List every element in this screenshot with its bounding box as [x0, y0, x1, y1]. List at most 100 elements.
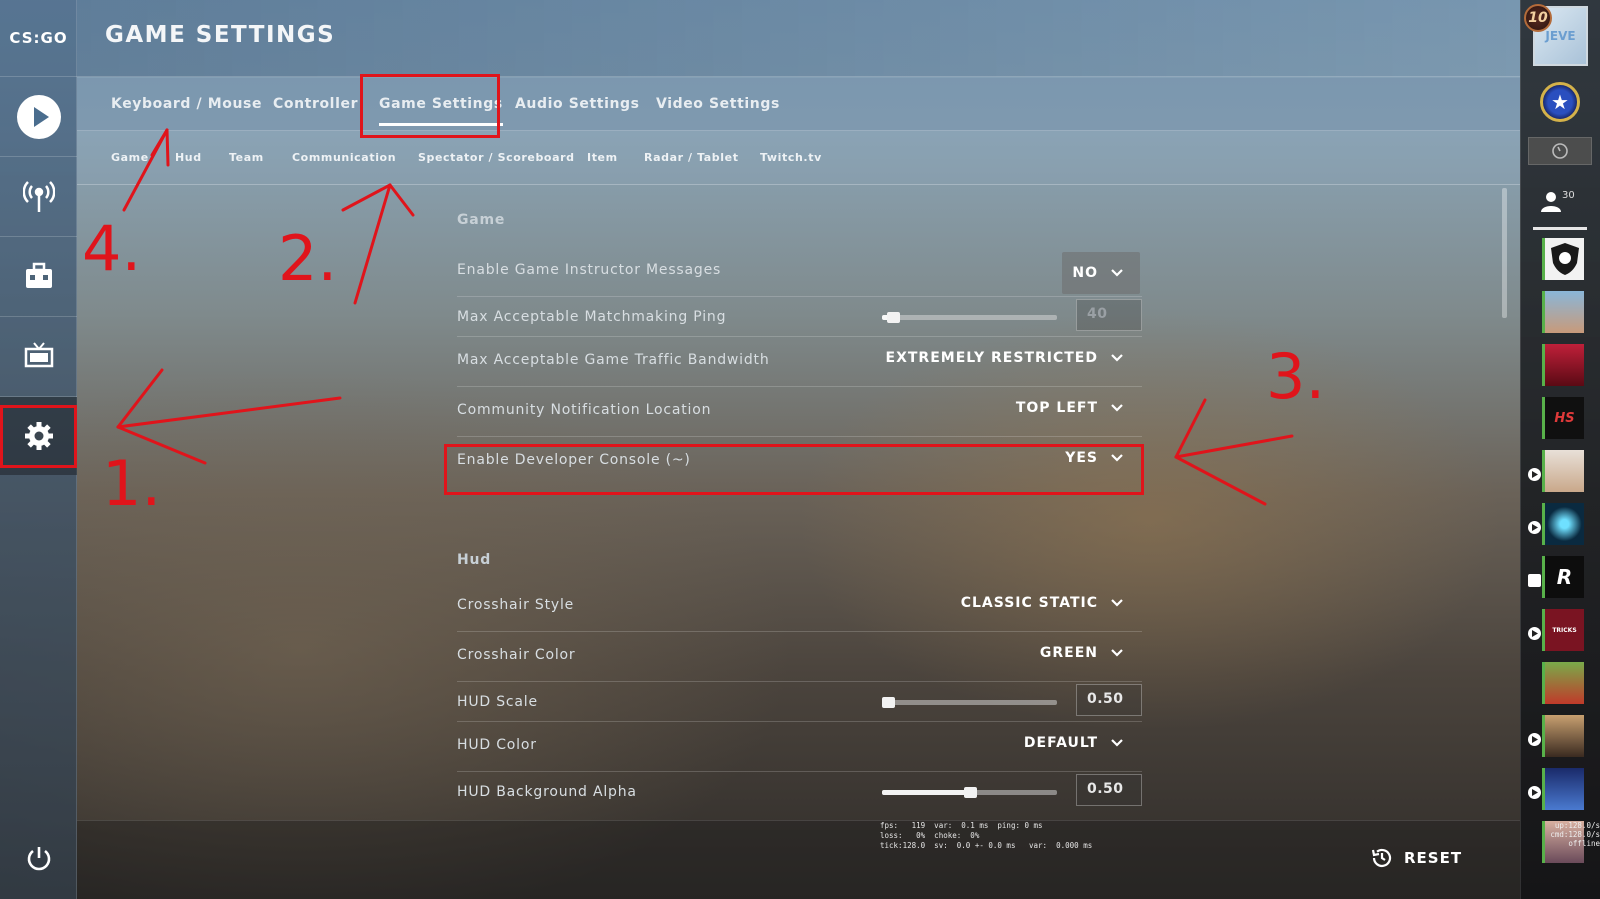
watch-button[interactable]: [0, 317, 77, 395]
game-instructor-dropdown[interactable]: NO: [1062, 252, 1140, 294]
subtab-communication[interactable]: Communication: [292, 151, 396, 164]
bandwidth-dropdown[interactable]: EXTREMELY RESTRICTED: [886, 350, 1124, 366]
subtab-spectator-scoreboard[interactable]: Spectator / Scoreboard: [418, 151, 575, 164]
friend-avatar[interactable]: [1542, 238, 1584, 280]
rank-medal-icon[interactable]: ★: [1540, 82, 1580, 122]
chevron-down-icon: [1111, 354, 1123, 362]
tab-controller[interactable]: Controller: [273, 96, 358, 112]
clock-button[interactable]: [1528, 137, 1592, 165]
net-graph-line: fps: 119 var: 0.1 ms ping: 0 ms: [880, 821, 1043, 830]
friend-avatar[interactable]: [1542, 291, 1584, 333]
hud-color-dropdown[interactable]: DEFAULT: [1024, 735, 1124, 751]
settings-content: Game Enable Game Instructor Messages NO …: [457, 185, 1142, 820]
hud-scale-input[interactable]: 0.50: [1076, 684, 1142, 716]
setting-label: Community Notification Location: [457, 402, 712, 418]
broadcast-icon: [22, 181, 55, 212]
subtab-game[interactable]: Game: [111, 151, 149, 164]
quit-button[interactable]: [0, 820, 77, 898]
tab-video-settings[interactable]: Video Settings: [656, 96, 780, 112]
friend-avatar[interactable]: [1542, 768, 1584, 810]
play-icon: [1528, 786, 1541, 799]
tv-icon: [24, 342, 53, 368]
net-graph-line: offline: [1568, 839, 1600, 848]
section-title-hud: Hud: [457, 552, 492, 568]
dropdown-value: NO: [1072, 265, 1098, 281]
annotation-label-1: 1.: [102, 447, 162, 520]
notification-location-dropdown[interactable]: TOP LEFT: [1016, 400, 1124, 416]
tab-keyboard-mouse[interactable]: Keyboard / Mouse: [111, 96, 262, 112]
tab-audio-settings[interactable]: Audio Settings: [515, 96, 640, 112]
busy-icon: [1528, 574, 1541, 587]
friend-avatar[interactable]: [1542, 344, 1584, 386]
dropdown-value: EXTREMELY RESTRICTED: [885, 350, 1098, 366]
subtab-team[interactable]: Team: [229, 151, 264, 164]
friend-avatar[interactable]: [1542, 450, 1584, 492]
settings-subtabs: Game Hud Team Communication Spectator / …: [77, 131, 1520, 185]
net-graph-line: up:128.0/s: [1554, 821, 1600, 830]
friend-avatar[interactable]: HS: [1542, 397, 1584, 439]
chevron-down-icon: [1111, 649, 1123, 657]
slider-handle[interactable]: [887, 312, 900, 323]
setting-label: Crosshair Color: [457, 647, 576, 663]
subtab-twitch[interactable]: Twitch.tv: [760, 151, 822, 164]
crosshair-color-dropdown[interactable]: GREEN: [1040, 645, 1124, 661]
play-icon: [1528, 733, 1541, 746]
content-scrollbar[interactable]: [1502, 188, 1507, 318]
friend-avatar[interactable]: TRICKS: [1542, 609, 1584, 651]
slider-handle[interactable]: [882, 697, 895, 708]
csgo-logo[interactable]: CS:GO: [0, 0, 77, 77]
friend-avatar[interactable]: R: [1542, 556, 1584, 598]
inventory-button[interactable]: [0, 237, 77, 315]
shield-avatar-icon: [1550, 243, 1579, 275]
reset-icon: [1371, 848, 1392, 867]
power-icon: [27, 847, 50, 871]
play-icon: [1528, 627, 1541, 640]
chevron-down-icon: [1111, 404, 1123, 412]
bottom-bar: [77, 820, 1520, 899]
friend-avatar[interactable]: [1542, 662, 1584, 704]
friends-count-value: 30: [1562, 190, 1575, 201]
setting-label: HUD Background Alpha: [457, 784, 637, 800]
setting-row: HUD Background Alpha 0.50: [457, 772, 1142, 812]
setting-label: Crosshair Style: [457, 597, 575, 613]
setting-row: Community Notification Location TOP LEFT: [457, 387, 1142, 437]
subtab-radar-tablet[interactable]: Radar / Tablet: [644, 151, 739, 164]
crosshair-style-dropdown[interactable]: CLASSIC STATIC: [961, 595, 1124, 611]
settings-tabs: Keyboard / Mouse Controller Game Setting…: [77, 78, 1520, 131]
play-icon: [1528, 521, 1541, 534]
friends-tab-indicator: [1533, 227, 1587, 230]
setting-label: Enable Game Instructor Messages: [457, 262, 722, 278]
net-graph: fps: 119 var: 0.1 ms ping: 0 ms loss: 0% …: [880, 821, 1092, 851]
setting-label: HUD Color: [457, 737, 537, 753]
ping-slider[interactable]: [882, 312, 1057, 323]
side-net-graph: up:128.0/s cmd:128.0/s offline: [1548, 821, 1600, 848]
person-icon: [1541, 192, 1561, 212]
dropdown-value: GREEN: [1039, 645, 1098, 661]
play-button[interactable]: [0, 78, 77, 156]
setting-row: Crosshair Color GREEN: [457, 632, 1142, 682]
header: GAME SETTINGS: [77, 0, 1520, 77]
subtab-hud[interactable]: Hud: [175, 151, 202, 164]
hud-alpha-slider[interactable]: [882, 787, 1057, 798]
dropdown-value: TOP LEFT: [1015, 400, 1098, 416]
watch-broadcast-button[interactable]: [0, 157, 77, 235]
hud-alpha-input[interactable]: 0.50: [1076, 774, 1142, 806]
friends-count[interactable]: 30: [1540, 190, 1575, 212]
friend-avatar[interactable]: [1542, 503, 1584, 545]
ping-value-input[interactable]: 40: [1076, 299, 1142, 331]
highlight-box-dev-console: [444, 444, 1144, 495]
annotation-label-2: 2.: [278, 222, 338, 295]
setting-row: Enable Game Instructor Messages NO: [457, 247, 1142, 297]
setting-label: Max Acceptable Matchmaking Ping: [457, 309, 727, 325]
net-graph-line: tick:128.0 sv: 0.0 +- 0.0 ms var: 0.000 …: [880, 841, 1093, 850]
hud-scale-slider[interactable]: [882, 697, 1057, 708]
setting-row: Max Acceptable Game Traffic Bandwidth EX…: [457, 337, 1142, 387]
friend-avatar[interactable]: [1542, 715, 1584, 757]
play-icon: [1528, 468, 1541, 481]
subtab-item[interactable]: Item: [587, 151, 618, 164]
net-graph-line: cmd:128.0/s: [1550, 830, 1600, 839]
slider-handle[interactable]: [964, 787, 977, 798]
chevron-down-icon: [1111, 269, 1123, 277]
reset-button[interactable]: RESET: [1370, 846, 1462, 870]
section-title-game: Game: [457, 212, 506, 228]
